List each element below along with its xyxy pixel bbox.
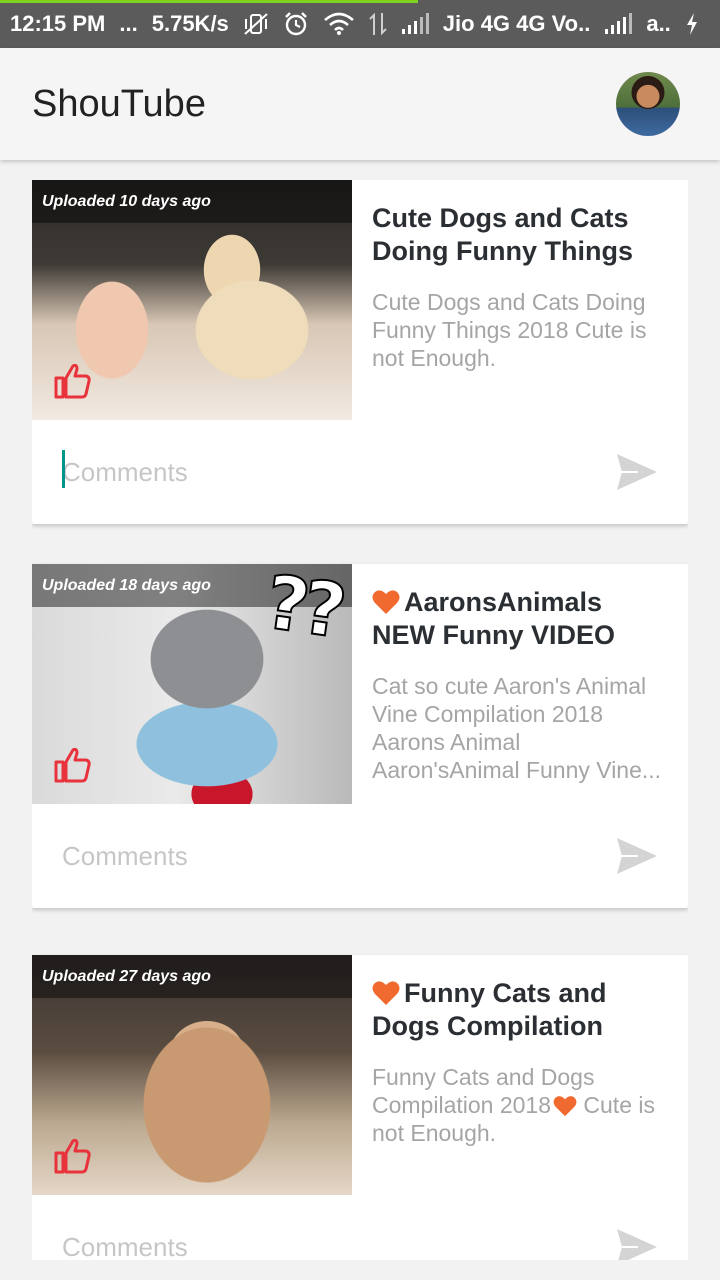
data-transfer-icon [369, 11, 387, 37]
video-info: Funny Cats and Dogs Compilation Funny Ca… [372, 977, 668, 1147]
signal-icon-2 [604, 13, 633, 35]
comment-input[interactable] [62, 836, 582, 876]
video-title[interactable]: Cute Dogs and Cats Doing Funny Things [372, 202, 668, 268]
wifi-icon [323, 12, 355, 36]
text-cursor [62, 450, 65, 488]
video-title[interactable]: AaronsAnimals NEW Funny VIDEO [372, 586, 668, 652]
send-icon[interactable] [616, 836, 658, 876]
like-icon[interactable] [52, 360, 92, 400]
status-time: 12:15 PM [10, 11, 106, 36]
alarm-icon [283, 11, 309, 37]
thumbnail-overlay-text: ?? [260, 564, 347, 656]
video-info: Cute Dogs and Cats Doing Funny Things Cu… [372, 202, 668, 372]
status-net-speed: 5.75K/s [151, 11, 229, 36]
upload-time: Uploaded 27 days ago [32, 955, 352, 998]
video-description: Cat so cute Aaron's Animal Vine Compilat… [372, 673, 662, 783]
video-thumbnail[interactable]: Uploaded 18 days ago ?? [32, 564, 352, 804]
video-card: Uploaded 18 days ago ?? AaronsAnimals NE… [32, 564, 688, 908]
send-icon[interactable] [616, 1227, 658, 1260]
comment-input[interactable] [62, 1227, 582, 1260]
app-title: ShouTube [32, 82, 206, 125]
send-icon[interactable] [616, 452, 658, 492]
app-bar: ShouTube [0, 48, 720, 160]
upload-time: Uploaded 10 days ago [32, 180, 352, 223]
heart-icon [372, 590, 400, 614]
status-carrier: Jio 4G 4G Vo.. [442, 11, 591, 36]
status-dots: ... [119, 11, 138, 36]
video-thumbnail[interactable]: Uploaded 10 days ago [32, 180, 352, 420]
comment-input[interactable] [62, 452, 582, 492]
status-carrier-2: a.. [646, 11, 671, 36]
video-description: Cute Dogs and Cats Doing Funny Things 20… [372, 289, 647, 371]
video-info: AaronsAnimals NEW Funny VIDEO Cat so cut… [372, 586, 668, 784]
avatar[interactable] [616, 72, 680, 136]
video-title-text: AaronsAnimals NEW Funny VIDEO [372, 587, 615, 650]
video-feed[interactable]: Uploaded 10 days ago Cute Dogs and Cats … [32, 180, 688, 1260]
like-icon[interactable] [52, 744, 92, 784]
status-bar: 12:15 PM ... 5.75K/s Jio 4G 4G Vo.. a.. [0, 0, 720, 48]
charging-icon [685, 12, 699, 36]
video-card: Uploaded 27 days ago Funny Cats and Dogs… [32, 955, 688, 1260]
signal-icon [401, 13, 429, 35]
heart-icon [553, 1096, 577, 1117]
video-title-text: Funny Cats and Dogs Compilation [372, 978, 607, 1041]
bottom-strip [0, 1260, 720, 1280]
video-thumbnail[interactable]: Uploaded 27 days ago [32, 955, 352, 1195]
video-card: Uploaded 10 days ago Cute Dogs and Cats … [32, 180, 688, 524]
heart-icon [372, 981, 400, 1005]
vibrate-off-icon [243, 12, 269, 36]
video-title[interactable]: Funny Cats and Dogs Compilation [372, 977, 668, 1043]
video-description: Funny Cats and Dogs Compilation 2018 Cut… [372, 1063, 668, 1147]
download-progress-bar [0, 0, 418, 3]
like-icon[interactable] [52, 1135, 92, 1175]
